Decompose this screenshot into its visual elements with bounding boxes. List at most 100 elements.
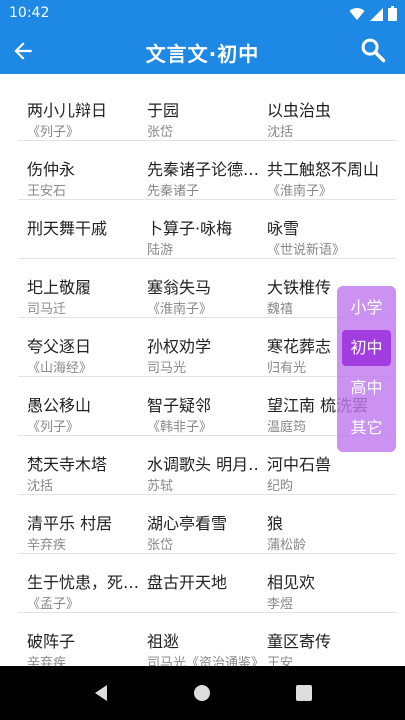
page-title: 文言文·初中: [145, 42, 260, 66]
grid-row: 清平乐 村居 辛弃疾 湖心亭看雪 张岱狼蒲松龄: [18, 495, 396, 554]
article-author: 《列子》: [27, 125, 80, 140]
article-author: 陆游: [147, 243, 174, 258]
article-item[interactable]: 智子疑邻 《韩非子》: [138, 377, 258, 436]
article-item[interactable]: 以虫治虫 沈括: [258, 82, 378, 141]
article-title: 梵天寺木塔: [27, 455, 108, 474]
level-button[interactable]: 其它: [342, 410, 391, 446]
article-title: 相见欢: [267, 573, 316, 592]
article-title: 圯上敬履: [27, 278, 92, 297]
grid-row: 伤仲永 王安石 先秦诸子论德… 先秦诸子 共工触怒不周山 《淮南子》: [18, 141, 396, 200]
grid-row: 生于忧患，死… 《孟子》 盘古开天地 相见欢李煜: [18, 554, 396, 613]
article-title: 先秦诸子论德…: [147, 160, 259, 179]
article-item[interactable]: 愚公移山 《列子》: [18, 377, 138, 436]
article-author: 《山海经》: [27, 361, 93, 376]
article-item[interactable]: 狼蒲松龄: [258, 495, 378, 554]
article-item[interactable]: 刑天舞干戚: [18, 200, 138, 259]
article-title: 狼: [267, 514, 284, 533]
level-button[interactable]: 高中: [342, 370, 391, 406]
article-item[interactable]: 卜算子·咏梅陆游: [138, 200, 258, 259]
article-title: 共工触怒不周山: [267, 160, 379, 179]
article-author: 沈括: [267, 125, 294, 140]
search-icon[interactable]: [359, 36, 387, 64]
article-item[interactable]: 童区寄传 王安: [258, 613, 378, 666]
article-title: 童区寄传: [267, 632, 332, 651]
grid-row: 两小儿辩日 《列子》 于园 张岱 以虫治虫 沈括: [18, 82, 396, 141]
article-item[interactable]: 于园 张岱: [138, 82, 258, 141]
article-title: 智子疑邻: [147, 396, 212, 415]
article-author: 辛弃疾: [27, 656, 67, 666]
nav-home-icon[interactable]: [192, 683, 212, 703]
article-item[interactable]: 先秦诸子论德… 先秦诸子: [138, 141, 259, 200]
grid-row: 刑天舞干戚 卜算子·咏梅 陆游 咏雪 《世说新语》: [18, 200, 396, 259]
article-item[interactable]: 两小儿辩日 《列子》: [18, 82, 138, 141]
article-author: 《孟子》: [27, 597, 80, 612]
article-author: 《列子》: [27, 420, 80, 435]
article-title: 清平乐 村居: [27, 514, 113, 533]
article-item[interactable]: 盘古开天地: [138, 554, 258, 613]
signal-icon: [370, 7, 383, 21]
article-author: 司马光: [147, 361, 187, 376]
article-author: 司马迁: [27, 302, 67, 317]
system-nav-bar: [0, 666, 405, 720]
article-author: 张岱: [147, 125, 174, 140]
level-button[interactable]: 小学: [342, 290, 391, 326]
article-title: 孙权劝学: [147, 337, 212, 356]
article-title: 破阵子: [27, 632, 76, 651]
status-time: 10:42: [9, 5, 50, 21]
article-title: 于园: [147, 101, 180, 120]
article-item[interactable]: 祖逖 司马光《资治通鉴》: [138, 613, 261, 666]
status-bar: 10:42: [0, 0, 405, 28]
article-title: 咏雪: [267, 219, 300, 238]
article-item[interactable]: 相见欢 李煜: [258, 554, 378, 613]
article-title: 盘古开天地: [147, 573, 228, 592]
article-author: 先秦诸子: [147, 184, 200, 199]
article-item[interactable]: 孙权劝学 司马光: [138, 318, 258, 377]
article-item[interactable]: 夸父逐日 《山海经》: [18, 318, 138, 377]
article-title: 以虫治虫: [267, 101, 332, 120]
article-title: 河中石兽: [267, 455, 332, 474]
article-item[interactable]: 破阵子 辛弃疾: [18, 613, 138, 666]
article-title: 塞翁失马: [147, 278, 212, 297]
level-filter-panel: 小学 初中 高中 其它: [337, 286, 396, 452]
article-author: 《淮南子》: [147, 302, 213, 317]
article-item[interactable]: 共工触怒不周山《淮南子》: [258, 141, 379, 200]
nav-back-icon[interactable]: [92, 683, 112, 703]
wifi-icon: [349, 7, 365, 20]
article-author: 《世说新语》: [267, 243, 346, 258]
article-author: 张岱: [147, 538, 174, 553]
article-author: 纪昀: [267, 479, 294, 494]
article-title: 夸父逐日: [27, 337, 92, 356]
article-title: 水调歌头 明月…: [147, 455, 259, 474]
article-author: 《淮南子》: [267, 184, 333, 199]
article-author: 王安石: [27, 184, 67, 199]
article-item[interactable]: 咏雪 《世说新语》: [258, 200, 378, 259]
nav-recents-icon[interactable]: [294, 683, 314, 703]
article-item[interactable]: 生于忧患，死… 《孟子》: [18, 554, 139, 613]
article-item[interactable]: 伤仲永 王安石: [18, 141, 138, 200]
article-item[interactable]: 梵天寺木塔 沈括: [18, 436, 138, 495]
grid-row: 破阵子 辛弃疾 祖逖 司马光《资治通鉴》 童区寄传 王安: [18, 613, 396, 666]
article-author: 王安: [267, 656, 294, 666]
article-author: 沈括: [27, 479, 54, 494]
article-author: 《韩非子》: [147, 420, 213, 435]
article-title: 刑天舞干戚: [27, 219, 108, 238]
article-title: 两小儿辩日: [27, 101, 108, 120]
article-item[interactable]: 清平乐 村居 辛弃疾: [18, 495, 138, 554]
article-title: 伤仲永: [27, 160, 76, 179]
article-author: 蒲松龄: [267, 538, 307, 553]
battery-icon: [388, 6, 397, 21]
article-author: 李煜: [267, 597, 294, 612]
article-title: 湖心亭看雪: [147, 514, 228, 533]
app-bar: 文言文·初中: [0, 28, 405, 74]
article-author: 司马光《资治通鉴》: [147, 656, 261, 666]
article-item[interactable]: 圯上敬履 司马迁: [18, 259, 138, 318]
article-item[interactable]: 湖心亭看雪 张岱: [138, 495, 258, 554]
status-icons: [349, 6, 397, 21]
article-item[interactable]: 水调歌头 明月… 苏轼: [138, 436, 259, 495]
article-author: 苏轼: [147, 479, 174, 494]
article-title: 生于忧患，死…: [27, 573, 139, 592]
article-author: 辛弃疾: [27, 538, 67, 553]
article-item[interactable]: 塞翁失马 《淮南子》: [138, 259, 258, 318]
article-title: 卜算子·咏梅: [147, 219, 233, 238]
level-button[interactable]: 初中: [342, 330, 391, 366]
